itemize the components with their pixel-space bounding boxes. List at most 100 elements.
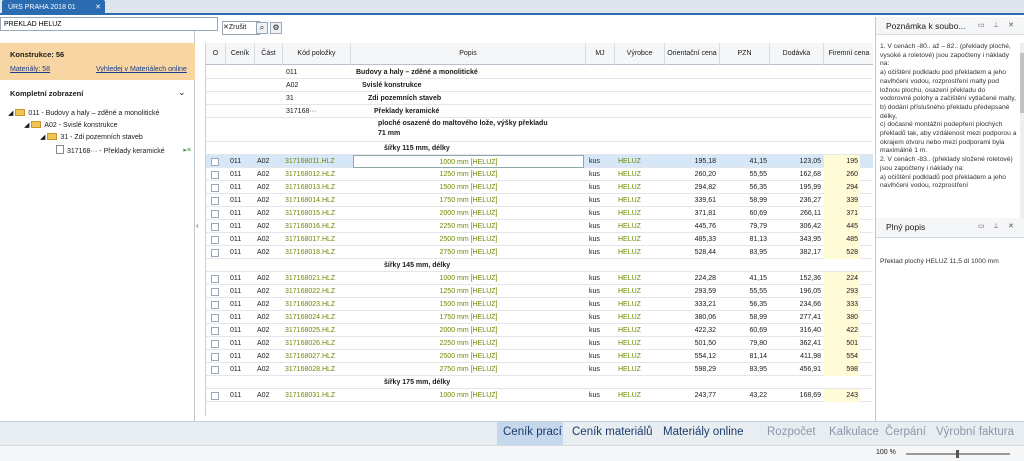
group-row[interactable]: 317168··· Překlady keramické	[206, 105, 873, 118]
item-desc[interactable]: 1250 mm [HELUZ]	[353, 168, 584, 181]
tree-node[interactable]: ◢ 31 - Zdi pozemních staveb	[40, 132, 143, 143]
item-desc[interactable]: 2000 mm [HELUZ]	[353, 207, 584, 220]
row-checkbox[interactable]	[211, 301, 219, 309]
tab-rozpocet[interactable]: Rozpočet	[767, 426, 816, 438]
row-checkbox[interactable]	[211, 184, 219, 192]
row-checkbox[interactable]	[211, 288, 219, 296]
collapse-panel-icon[interactable]: ‹	[196, 221, 199, 230]
table-row[interactable]: 011 A02 317168017.HLZ 2500 mm [HELUZ] kus HEL…	[206, 233, 873, 246]
table-row[interactable]: 011 A02 317168022.HLZ 1250 mm [HELUZ] kus HEL…	[206, 285, 873, 298]
item-desc[interactable]: 1500 mm [HELUZ]	[353, 298, 584, 311]
scroll-thumb[interactable]	[1020, 53, 1024, 113]
tab-materialy-online[interactable]: Materiály online	[663, 426, 744, 438]
row-checkbox[interactable]	[211, 327, 219, 335]
find-online-link[interactable]: Vyhledej v Materiálech online	[96, 66, 187, 73]
row-checkbox[interactable]	[211, 171, 219, 179]
cell: 011	[230, 366, 242, 373]
col-kod[interactable]: Kód položky	[283, 43, 351, 65]
clear-button[interactable]: ✕Zrušit	[222, 21, 260, 35]
table-row[interactable]: 011 A02 317168028.HLZ 2750 mm [HELUZ] kus HEL…	[206, 363, 873, 376]
col-dodavka[interactable]: Dodávka	[770, 43, 824, 65]
pin-icon[interactable]: ⊥	[993, 21, 999, 29]
item-desc[interactable]: 2250 mm [HELUZ]	[353, 337, 584, 350]
item-desc[interactable]: 1000 mm [HELUZ]	[353, 272, 584, 285]
restore-icon[interactable]: ▭	[978, 21, 985, 29]
close-icon[interactable]: ✕	[1008, 222, 1014, 230]
col-mj[interactable]: MJ	[586, 43, 615, 65]
table-row[interactable]: 011 A02 317168018.HLZ 2750 mm [HELUZ] kus HEL…	[206, 246, 873, 259]
pin-icon[interactable]: ⊥	[993, 222, 999, 230]
group-row[interactable]: 31 Zdi pozemních staveb	[206, 92, 873, 105]
row-checkbox[interactable]	[211, 392, 219, 400]
item-desc[interactable]: 1750 mm [HELUZ]	[353, 194, 584, 207]
row-checkbox[interactable]	[211, 197, 219, 205]
tab-vyrobni-faktura[interactable]: Výrobní faktura	[936, 426, 1014, 438]
row-checkbox[interactable]	[211, 275, 219, 283]
item-desc[interactable]: 1750 mm [HELUZ]	[353, 311, 584, 324]
item-desc[interactable]: 1250 mm [HELUZ]	[353, 285, 584, 298]
tab-cenik-praci[interactable]: Ceník prací	[503, 426, 562, 438]
table-row[interactable]: 011 A02 317168011.HLZ 1000 mm [HELUZ] kus HEL…	[206, 155, 873, 168]
col-firemni[interactable]: Firemní cena	[824, 43, 873, 65]
item-desc[interactable]: 1500 mm [HELUZ]	[353, 181, 584, 194]
group-row[interactable]: 011 Budovy a haly – zděné a monolitické	[206, 66, 873, 79]
note-scrollbar[interactable]	[1020, 43, 1024, 229]
row-checkbox[interactable]	[211, 249, 219, 257]
tree-node[interactable]: ◢ A02 - Svislé konstrukce	[24, 120, 117, 131]
item-desc[interactable]: 1000 mm [HELUZ]	[353, 155, 584, 168]
group-row[interactable]: A02 Svislé konstrukce	[206, 79, 873, 92]
row-checkbox[interactable]	[211, 210, 219, 218]
item-desc[interactable]: 2250 mm [HELUZ]	[353, 220, 584, 233]
search-input[interactable]	[0, 17, 218, 31]
zoom-slider-thumb[interactable]	[956, 450, 959, 458]
chevron-down-icon[interactable]: ⌄	[178, 87, 186, 98]
col-cenik[interactable]: Ceník	[226, 43, 255, 65]
table-row[interactable]: 011 A02 317168016.HLZ 2250 mm [HELUZ] kus HEL…	[206, 220, 873, 233]
table-row[interactable]: 011 A02 317168025.HLZ 2000 mm [HELUZ] kus HEL…	[206, 324, 873, 337]
table-row[interactable]: 011 A02 317168021.HLZ 1000 mm [HELUZ] kus HEL…	[206, 272, 873, 285]
row-checkbox[interactable]	[211, 223, 219, 231]
table-row[interactable]: 011 A02 317168014.HLZ 1750 mm [HELUZ] kus HEL…	[206, 194, 873, 207]
list-icon[interactable]: ▸≡	[183, 145, 191, 156]
tab-cenik-materialu[interactable]: Ceník materiálů	[572, 426, 653, 438]
row-checkbox[interactable]	[211, 353, 219, 361]
col-o[interactable]: O	[206, 43, 226, 65]
gear-icon[interactable]: ⚙	[270, 22, 282, 34]
row-checkbox[interactable]	[211, 340, 219, 348]
col-cast[interactable]: Část	[255, 43, 283, 65]
item-desc[interactable]: 2750 mm [HELUZ]	[353, 363, 584, 376]
tree-node[interactable]: ◢ 011 - Budovy a haly – zděné a monoliti…	[8, 108, 159, 119]
col-pzn[interactable]: PZN	[720, 43, 770, 65]
row-checkbox[interactable]	[211, 366, 219, 374]
row-checkbox[interactable]	[211, 236, 219, 244]
cell: HELUZ	[618, 249, 641, 256]
table-row[interactable]: 011 A02 317168027.HLZ 2500 mm [HELUZ] kus HEL…	[206, 350, 873, 363]
col-popis[interactable]: Popis	[351, 43, 586, 65]
table-row[interactable]: 011 A02 317168023.HLZ 1500 mm [HELUZ] kus HEL…	[206, 298, 873, 311]
table-row[interactable]: 011 A02 317168024.HLZ 1750 mm [HELUZ] kus HEL…	[206, 311, 873, 324]
search-icon[interactable]: ⌕	[256, 22, 268, 34]
tab-cerpani[interactable]: Čerpání	[885, 426, 926, 438]
tab-kalkulace[interactable]: Kalkulace	[829, 426, 879, 438]
close-icon[interactable]: ✕	[95, 0, 101, 15]
item-desc[interactable]: 2750 mm [HELUZ]	[353, 246, 584, 259]
item-desc[interactable]: 2500 mm [HELUZ]	[353, 350, 584, 363]
materials-link[interactable]: Materiály: 58	[10, 66, 50, 73]
table-row[interactable]: 011 A02 317168031.HLZ 1000 mm [HELUZ] kus HEL…	[206, 389, 873, 402]
table-row[interactable]: 011 A02 317168026.HLZ 2250 mm [HELUZ] kus HEL…	[206, 337, 873, 350]
table-row[interactable]: 011 A02 317168012.HLZ 1250 mm [HELUZ] kus HEL…	[206, 168, 873, 181]
restore-icon[interactable]: ▭	[978, 222, 985, 230]
item-desc[interactable]: 1000 mm [HELUZ]	[353, 389, 584, 402]
item-desc[interactable]: 2500 mm [HELUZ]	[353, 233, 584, 246]
tree-node-selected[interactable]: 317168··· - Překlady keramické ▸≡	[56, 145, 191, 156]
project-tab[interactable]: ÚRS PRAHA 2018 01 ✕	[2, 0, 105, 15]
item-desc[interactable]: 2000 mm [HELUZ]	[353, 324, 584, 337]
table-row[interactable]: 011 A02 317168015.HLZ 2000 mm [HELUZ] kus HEL…	[206, 207, 873, 220]
close-icon[interactable]: ✕	[1008, 21, 1014, 29]
col-cena[interactable]: Orientační cena	[665, 43, 720, 65]
right-panel: Poznámka k soubo... ▭ ⊥ ✕ 1. V cenách -8…	[875, 17, 1024, 421]
col-vyrobce[interactable]: Výrobce	[615, 43, 665, 65]
row-checkbox[interactable]	[211, 314, 219, 322]
table-row[interactable]: 011 A02 317168013.HLZ 1500 mm [HELUZ] kus HEL…	[206, 181, 873, 194]
row-checkbox[interactable]	[211, 158, 219, 166]
